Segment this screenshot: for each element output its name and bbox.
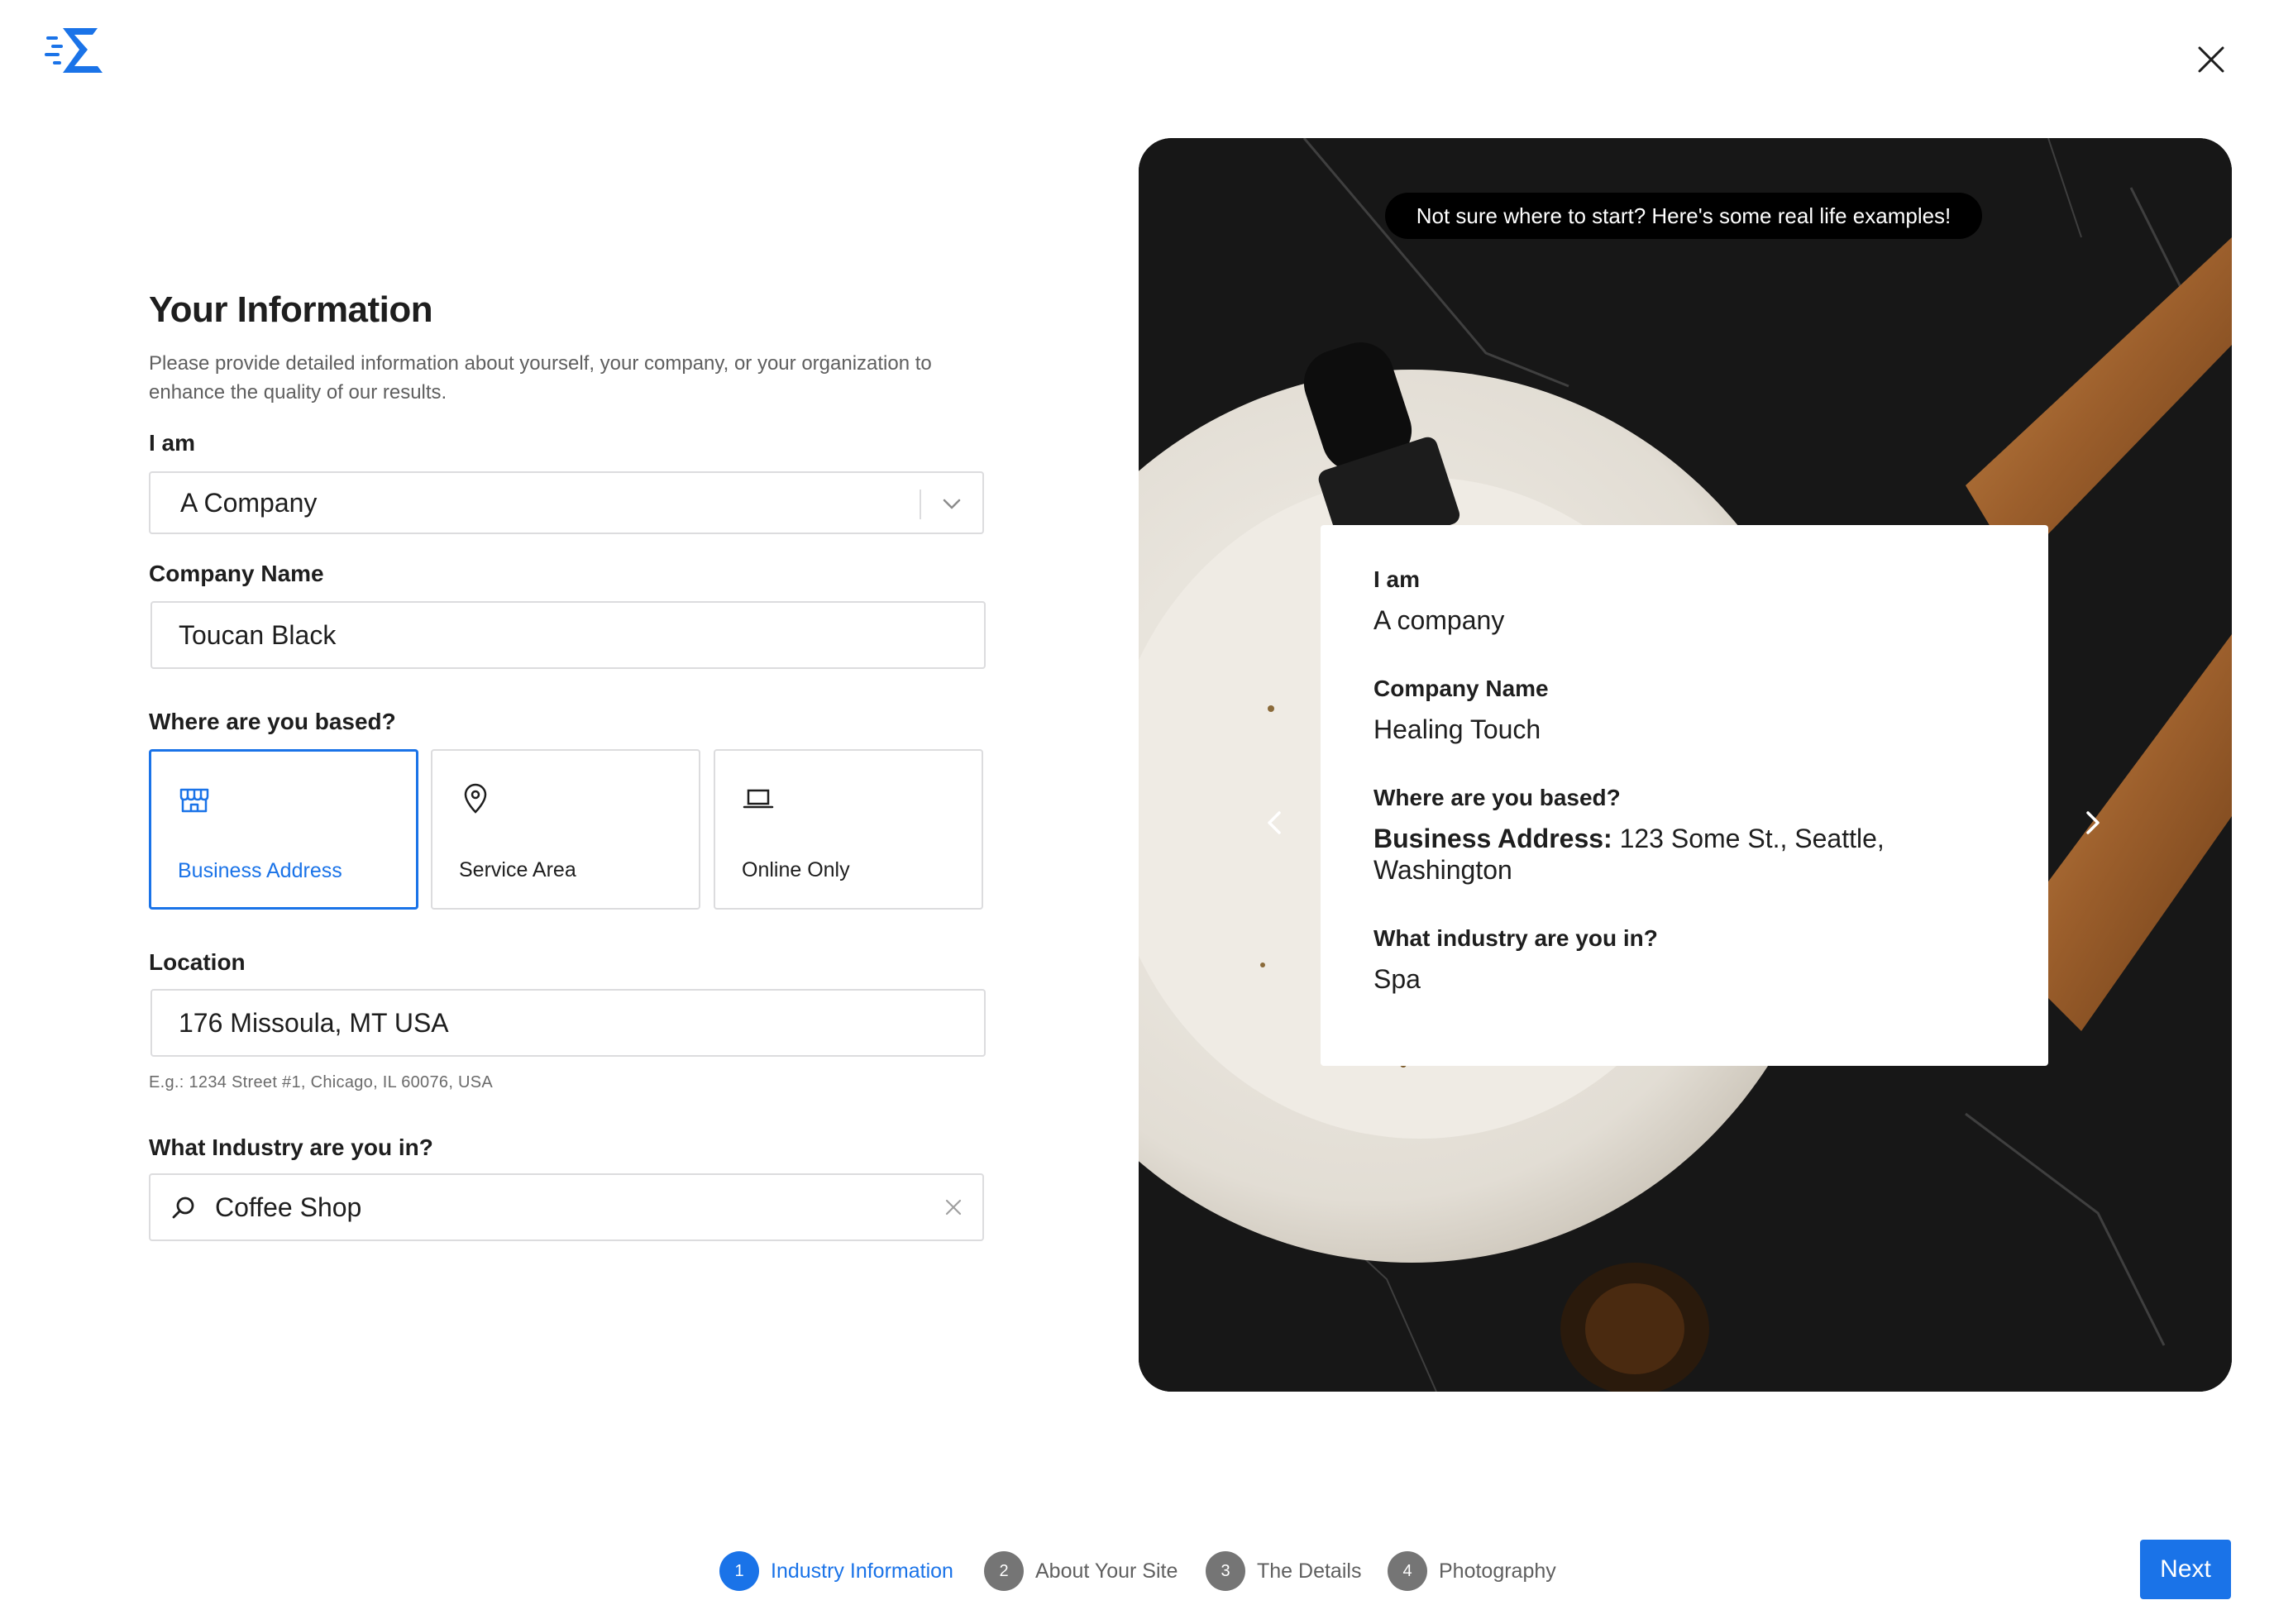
i-am-value: A Company — [180, 488, 318, 518]
step-number: 3 — [1206, 1551, 1245, 1591]
example-based-prefix: Business Address: — [1373, 824, 1612, 853]
company-name-input[interactable]: Toucan Black — [150, 601, 986, 669]
step-about-your-site[interactable]: 2 About Your Site — [984, 1551, 1178, 1591]
clear-icon[interactable] — [944, 1198, 963, 1216]
example-i-am: I am A company — [1373, 566, 1995, 636]
chevron-right-icon[interactable] — [2073, 805, 2109, 841]
step-label: About Your Site — [1035, 1559, 1178, 1583]
industry-value: Coffee Shop — [215, 1192, 362, 1222]
step-photography[interactable]: 4 Photography — [1388, 1551, 1556, 1591]
example-based-value: Business Address: 123 Some St., Seattle,… — [1373, 823, 1995, 886]
example-company: Company Name Healing Touch — [1373, 676, 1995, 745]
examples-banner: Not sure where to start? Here's some rea… — [1385, 193, 1982, 239]
step-label: The Details — [1257, 1559, 1362, 1583]
option-service-area[interactable]: Service Area — [431, 749, 700, 910]
brand-logo-icon — [45, 28, 103, 73]
option-business-address[interactable]: Business Address — [149, 749, 418, 910]
i-am-select[interactable]: A Company — [149, 471, 984, 534]
map-pin-icon — [464, 783, 487, 814]
company-name-value: Toucan Black — [179, 620, 337, 650]
example-card: I am A company Company Name Healing Touc… — [1321, 525, 2048, 1066]
option-label: Online Only — [742, 858, 850, 881]
option-online-only[interactable]: Online Only — [714, 749, 983, 910]
search-icon — [172, 1197, 194, 1219]
example-company-label: Company Name — [1373, 676, 1549, 701]
laptop-icon — [743, 789, 774, 809]
option-label: Business Address — [178, 859, 342, 882]
option-label: Service Area — [459, 858, 576, 881]
i-am-label: I am — [149, 430, 196, 456]
next-button[interactable]: Next — [2140, 1540, 2231, 1599]
example-industry-value: Spa — [1373, 964, 1421, 994]
location-value: 176 Missoula, MT USA — [179, 1008, 449, 1038]
page-title: Your Information — [149, 289, 433, 330]
example-industry: What industry are you in? Spa — [1373, 925, 1995, 995]
chevron-down-icon[interactable] — [939, 491, 964, 516]
example-company-value: Healing Touch — [1373, 714, 1541, 744]
location-input[interactable]: 176 Missoula, MT USA — [150, 989, 986, 1057]
example-industry-label: What industry are you in? — [1373, 925, 1658, 951]
select-divider — [920, 490, 921, 519]
example-i-am-label: I am — [1373, 566, 1421, 592]
step-label: Photography — [1439, 1559, 1556, 1583]
examples-panel: Not sure where to start? Here's some rea… — [1139, 138, 2232, 1392]
location-label: Location — [149, 949, 246, 975]
chevron-left-icon[interactable] — [1258, 805, 1294, 841]
based-label: Where are you based? — [149, 709, 396, 734]
step-the-details[interactable]: 3 The Details — [1206, 1551, 1361, 1591]
step-industry-information[interactable]: 1 Industry Information — [719, 1551, 953, 1591]
example-based-label: Where are you based? — [1373, 785, 1621, 810]
step-label: Industry Information — [771, 1559, 953, 1583]
step-number: 2 — [984, 1551, 1024, 1591]
example-i-am-value: A company — [1373, 605, 1505, 635]
company-name-label: Company Name — [149, 561, 324, 586]
industry-label: What Industry are you in? — [149, 1134, 433, 1160]
close-icon[interactable] — [2193, 41, 2229, 78]
example-based: Where are you based? Business Address: 1… — [1373, 785, 1995, 886]
page-subtitle: Please provide detailed information abou… — [149, 352, 932, 404]
location-hint: E.g.: 1234 Street #1, Chicago, IL 60076,… — [149, 1073, 494, 1091]
info-form-header: Your Information Please provide detailed… — [149, 289, 984, 407]
step-number: 4 — [1388, 1551, 1427, 1591]
storefront-icon — [179, 788, 209, 813]
industry-search-input[interactable]: Coffee Shop — [149, 1173, 984, 1241]
step-number: 1 — [719, 1551, 759, 1591]
